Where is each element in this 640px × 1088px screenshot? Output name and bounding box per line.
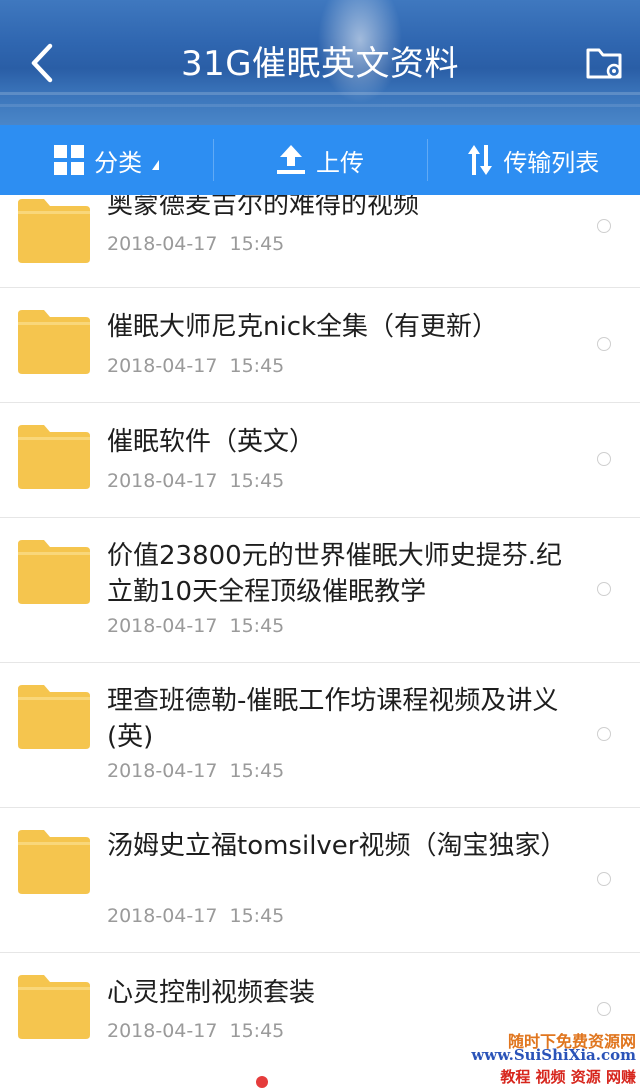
grid-icon — [54, 145, 85, 175]
select-radio[interactable] — [597, 582, 611, 596]
page-title: 31G催眠英文资料 — [180, 44, 460, 84]
select-radio[interactable] — [597, 1002, 611, 1016]
header-wave — [0, 92, 640, 95]
transfer-sort-icon — [468, 145, 493, 175]
category-button[interactable]: 分类 — [0, 125, 213, 195]
back-button[interactable] — [24, 40, 64, 86]
file-name: 催眠大师尼克nick全集（有更新） — [107, 312, 499, 342]
folder-icon — [18, 975, 90, 1039]
folder-icon — [18, 830, 90, 894]
upload-icon — [276, 145, 305, 174]
file-name: 心灵控制视频套装 — [107, 978, 316, 1008]
list-item[interactable]: 催眠大师尼克nick全集（有更新） 2018-04-17 15:45 — [0, 288, 640, 403]
select-radio[interactable] — [597, 337, 611, 351]
file-list: 奥蒙德麦吉尔的难得的视频 2018-04-17 15:45 催眠大师尼克nick… — [0, 195, 640, 1086]
transfer-list-button[interactable]: 传输列表 — [426, 125, 640, 195]
folder-icon — [18, 310, 90, 374]
file-name: 催眠软件（英文） — [107, 427, 316, 457]
file-date: 2018-04-17 15:45 — [107, 1020, 285, 1042]
watermark-line-3: 教程 视频 资源 网赚 — [500, 1068, 636, 1086]
file-date: 2018-04-17 15:45 — [107, 905, 285, 927]
upload-label: 上传 — [315, 148, 364, 177]
chevron-left-icon — [31, 43, 53, 83]
folder-icon — [18, 685, 90, 749]
folder-settings-button[interactable] — [584, 42, 626, 82]
select-radio[interactable] — [597, 452, 611, 466]
folder-settings-icon — [586, 48, 622, 79]
select-radio[interactable] — [597, 872, 611, 886]
file-name: 理查班德勒-催眠工作坊课程视频及讲义(英) — [107, 686, 559, 752]
file-date: 2018-04-17 15:45 — [107, 470, 285, 492]
notification-dot — [256, 1076, 268, 1088]
file-date: 2018-04-17 15:45 — [107, 760, 285, 782]
list-item[interactable]: 催眠软件（英文） 2018-04-17 15:45 — [0, 403, 640, 518]
upload-button[interactable]: 上传 — [213, 125, 426, 195]
file-date: 2018-04-17 15:45 — [107, 615, 285, 637]
transfer-list-label: 传输列表 — [503, 148, 600, 177]
folder-icon — [18, 425, 90, 489]
list-item[interactable]: 奥蒙德麦吉尔的难得的视频 2018-04-17 15:45 — [0, 195, 640, 288]
header-bar: 31G催眠英文资料 — [0, 0, 640, 125]
category-label: 分类 — [94, 148, 143, 177]
file-name: 奥蒙德麦吉尔的难得的视频 — [107, 195, 420, 220]
select-radio[interactable] — [597, 219, 611, 233]
file-date: 2018-04-17 15:45 — [107, 233, 285, 255]
list-item[interactable]: 理查班德勒-催眠工作坊课程视频及讲义(英) 2018-04-17 15:45 — [0, 663, 640, 808]
file-name: 汤姆史立福tomsilver视频（淘宝独家） — [107, 831, 567, 861]
header-wave — [0, 104, 640, 107]
file-name: 价值23800元的世界催眠大师史提芬.纪立勤10天全程顶级催眠教学 — [107, 541, 562, 607]
watermark: 随时下免费资源网 www.SuiShiXia.com 教程 视频 资源 网赚 — [471, 1026, 640, 1086]
file-date: 2018-04-17 15:45 — [107, 355, 285, 377]
folder-icon — [18, 199, 90, 263]
action-toolbar: 分类 上传 传输列表 — [0, 125, 640, 195]
watermark-line-2: www.SuiShiXia.com — [471, 1046, 636, 1064]
caret-icon — [152, 160, 160, 170]
select-radio[interactable] — [597, 727, 611, 741]
list-item[interactable]: 价值23800元的世界催眠大师史提芬.纪立勤10天全程顶级催眠教学 2018-0… — [0, 518, 640, 663]
list-item[interactable]: 汤姆史立福tomsilver视频（淘宝独家） 2018-04-17 15:45 — [0, 808, 640, 953]
folder-icon — [18, 540, 90, 604]
